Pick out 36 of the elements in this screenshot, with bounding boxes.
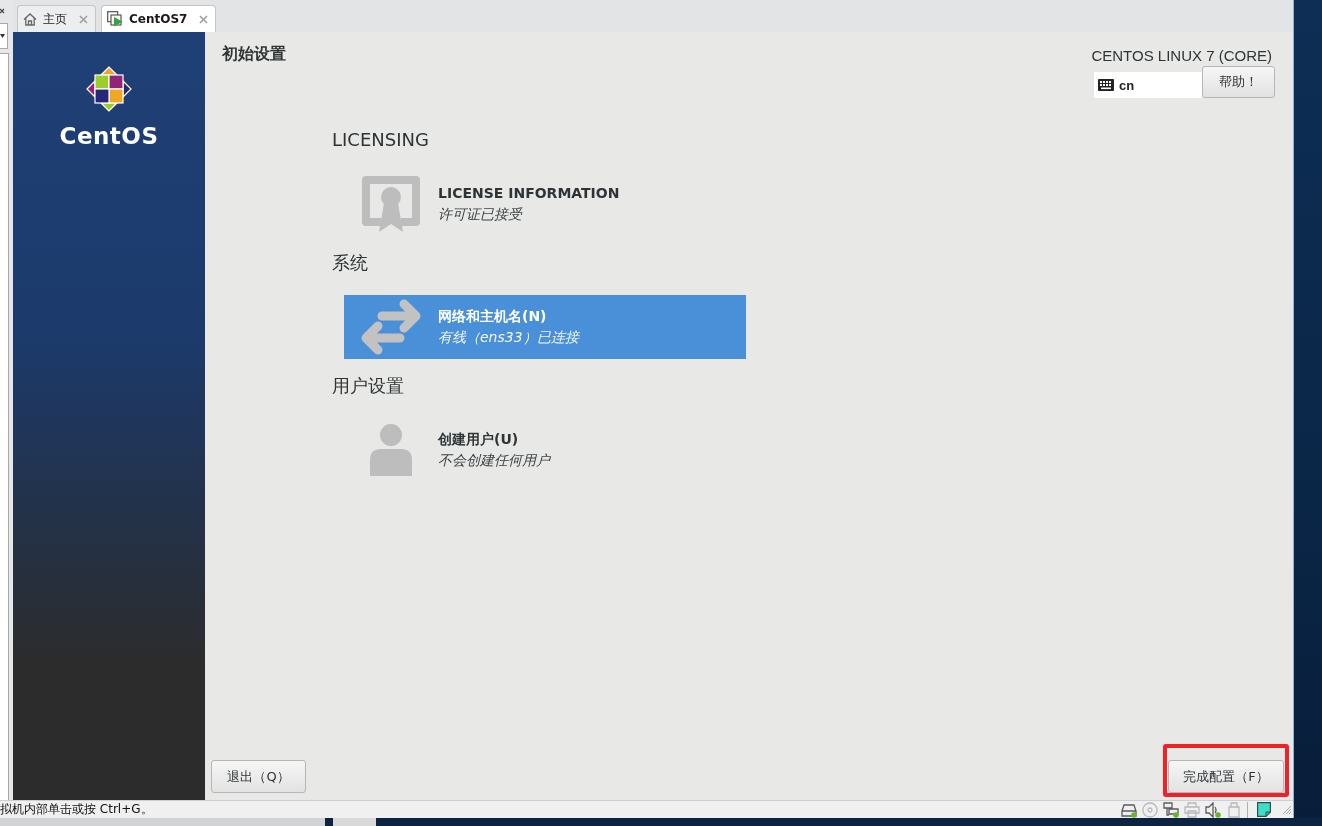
spoke-title: 创建用户(U) [438, 430, 520, 449]
tab[interactable]: 主页 [17, 5, 96, 32]
brand-name: CentOS [59, 123, 159, 149]
section-heading: 系统 [332, 252, 369, 274]
help-button[interactable]: 帮助！ [1202, 66, 1275, 98]
hard-disk-icon[interactable] [1121, 801, 1137, 818]
hub-spoke[interactable]: LICENSE INFORMATION 许可证已接受 [344, 172, 746, 236]
home-icon [23, 12, 37, 26]
spoke-title: LICENSE INFORMATION [438, 184, 620, 203]
spoke-status: 许可证已接受 [438, 205, 524, 224]
section-heading: LICENSING [332, 129, 430, 151]
keyboard-icon [1098, 79, 1114, 91]
tab[interactable]: CentOS7 [101, 5, 217, 32]
network-icon[interactable] [1163, 801, 1179, 818]
page-title: 初始设置 [222, 45, 286, 63]
keyboard-layout-field[interactable]: cn [1094, 72, 1202, 98]
resize-grip-icon[interactable] [1282, 804, 1292, 815]
hub-spoke[interactable]: 创建用户(U) 不会创建任何用户 [344, 418, 746, 482]
caret-icon [0, 34, 5, 38]
library-dropdown[interactable] [0, 23, 8, 49]
status-hint: 拟机内部单击或按 Ctrl+G。 [0, 801, 153, 818]
vm-window-icon [107, 11, 123, 27]
spoke-title: 网络和主机名(N) [438, 307, 548, 326]
section-heading: 用户设置 [332, 375, 405, 397]
spoke-status: 不会创建任何用户 [438, 451, 550, 470]
centos-logo-icon [86, 66, 132, 112]
speaker-icon[interactable] [1205, 801, 1221, 818]
certificate-icon [361, 175, 421, 233]
quit-button[interactable]: 退出（Q） [211, 760, 306, 793]
arrows-icon [360, 298, 422, 356]
product-name: CENTOS LINUX 7 (CORE) [1091, 47, 1273, 65]
person-icon [370, 424, 412, 476]
finish-button[interactable]: 完成配置（F） [1168, 760, 1284, 793]
note-icon[interactable] [1257, 802, 1271, 817]
spoke-status: 有线（ens33）已连接 [438, 328, 579, 347]
close-icon[interactable] [0, 7, 5, 15]
